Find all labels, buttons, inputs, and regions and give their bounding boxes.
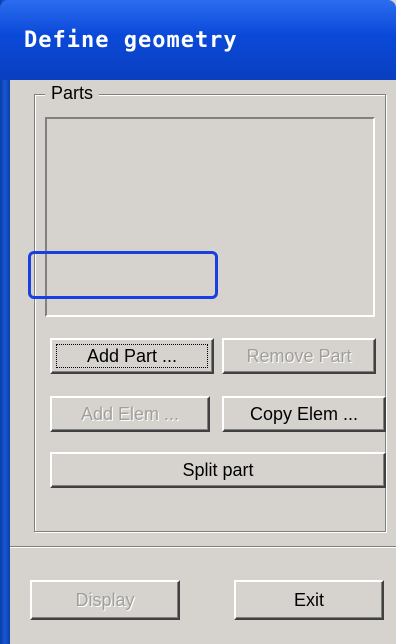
define-geometry-dialog: Define geometry Parts Add Part ... Remov… <box>0 0 404 644</box>
dialog-separator <box>10 546 396 548</box>
remove-part-button[interactable]: Remove Part <box>222 338 376 374</box>
dialog-client-area: Parts Add Part ... Remove Part Add Elem … <box>10 80 396 644</box>
window-frame-left <box>0 0 10 644</box>
parts-group-label: Parts <box>45 83 100 104</box>
add-part-button[interactable]: Add Part ... <box>50 338 214 374</box>
display-button[interactable]: Display <box>30 580 180 620</box>
parts-listbox[interactable] <box>45 117 375 317</box>
add-elem-button[interactable]: Add Elem ... <box>50 396 210 432</box>
split-part-button[interactable]: Split part <box>50 452 386 488</box>
window-frame-right <box>396 0 404 644</box>
exit-button[interactable]: Exit <box>234 580 384 620</box>
copy-elem-button[interactable]: Copy Elem ... <box>222 396 386 432</box>
window-title: Define geometry <box>24 28 238 53</box>
title-bar[interactable]: Define geometry <box>0 0 396 80</box>
